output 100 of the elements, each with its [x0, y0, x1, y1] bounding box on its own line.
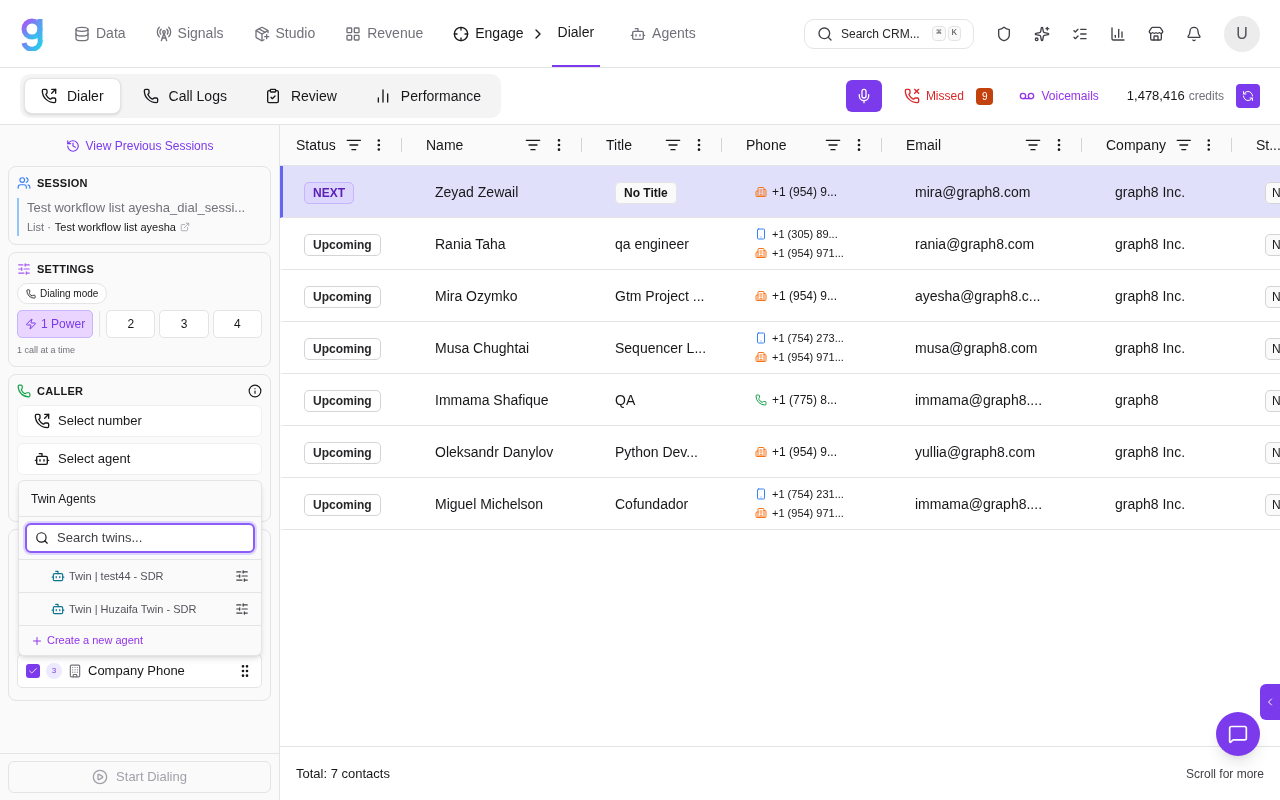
phone-icon — [17, 383, 31, 398]
collapse-panel-button[interactable] — [1260, 684, 1280, 720]
stage-badge: N — [1265, 181, 1280, 204]
store-icon[interactable] — [1148, 25, 1164, 42]
outgoing-call-icon — [34, 413, 50, 429]
filter-icon[interactable] — [345, 137, 362, 153]
settings-icon[interactable] — [235, 602, 249, 616]
building-icon — [755, 246, 767, 259]
bar-chart-icon[interactable] — [1110, 25, 1126, 42]
filter-icon[interactable] — [525, 137, 541, 153]
building-icon — [755, 289, 767, 302]
column-header[interactable]: Phone — [746, 134, 787, 156]
database-icon — [74, 25, 90, 42]
user-avatar[interactable]: U — [1224, 15, 1260, 52]
nav-item[interactable]: Revenue — [345, 23, 424, 44]
table-cell: graph8 Inc. — [1115, 287, 1186, 304]
search-icon — [35, 531, 49, 545]
dialing-mode-option[interactable]: 3 — [159, 310, 209, 338]
missed-calls-button[interactable]: Missed — [903, 87, 964, 105]
nav-item[interactable]: Engage — [453, 23, 524, 44]
dialing-mode-option[interactable]: 4 — [212, 310, 262, 338]
phone-number: +1 (305) 89... — [772, 227, 838, 242]
info-icon[interactable] — [248, 383, 262, 398]
filter-icon[interactable] — [825, 137, 841, 153]
microphone-button[interactable] — [845, 80, 882, 112]
phone-number: +1 (954) 971... — [772, 505, 844, 521]
stage-badge: N — [1265, 337, 1280, 360]
tab[interactable]: Dialer — [24, 78, 121, 114]
nav-item[interactable]: Signals — [155, 23, 224, 44]
search-field[interactable]: Search twins... — [25, 523, 255, 553]
dialing-mode-option[interactable]: 2 — [106, 310, 156, 338]
notification-icon[interactable] — [1186, 25, 1202, 42]
section-heading: SESSION — [37, 176, 88, 191]
previous-sessions-link[interactable]: View Previous Sessions — [8, 137, 271, 155]
search-placeholder: Search twins... — [57, 529, 143, 548]
robot-icon — [51, 602, 65, 616]
list-link[interactable]: Test workflow list ayesha — [54, 219, 176, 236]
voicemails-button[interactable]: Voicemails — [1019, 87, 1099, 105]
create-agent-button[interactable]: Create a new agent — [19, 626, 155, 655]
refresh-icon — [1242, 90, 1254, 102]
phone-number: +1 (954) 9... — [772, 287, 838, 305]
column-header[interactable]: Title — [606, 134, 632, 156]
select-number-button[interactable]: Select number — [17, 405, 262, 437]
crosshair-icon — [453, 25, 470, 42]
building-icon — [755, 445, 767, 458]
settings-icon[interactable] — [235, 569, 249, 583]
table-row[interactable]: NEXT Zeyad Zewail No Title +1 (954) 9... mira@graph8.com graph8 Inc. N — [280, 166, 1280, 218]
column-header[interactable]: St... — [1256, 134, 1280, 156]
missed-call-icon — [903, 88, 920, 104]
phone-number: +1 (754) 273... — [772, 331, 844, 346]
table-cell: Immama Shafique — [435, 391, 549, 408]
agent-name: Twin | test44 - SDR — [69, 568, 164, 584]
agent-menu-item[interactable]: Twin | test44 - SDR — [19, 560, 261, 593]
nav-item[interactable]: Studio — [253, 23, 316, 44]
missed-count: 9 — [975, 87, 994, 105]
tab[interactable]: Review — [248, 78, 353, 114]
nav-subitem[interactable]: Dialer — [551, 0, 601, 67]
history-icon — [65, 139, 80, 153]
checkbox[interactable] — [26, 664, 40, 678]
chat-button[interactable] — [1216, 712, 1260, 756]
grid-icon — [345, 25, 362, 42]
building-icon — [755, 506, 767, 519]
dialing-mode-option[interactable]: 1 Power — [17, 310, 94, 338]
status-badge: NEXT — [304, 181, 354, 204]
stage-badge: N — [1265, 441, 1280, 464]
table-cell: Mira Ozymko — [435, 287, 518, 304]
agent-menu-item[interactable]: Twin | Huzaifa Twin - SDR — [19, 593, 261, 626]
tab[interactable]: Call Logs — [126, 78, 243, 114]
status-badge: Upcoming — [304, 389, 381, 412]
total-contacts: Total: 7 contacts — [296, 764, 390, 783]
nav-item[interactable]: Agents — [630, 23, 696, 44]
column-header[interactable]: Email — [906, 134, 941, 156]
filter-icon[interactable] — [665, 137, 681, 153]
filter-icon[interactable] — [1175, 137, 1192, 153]
column-header[interactable]: Status — [296, 134, 336, 156]
table-cell: musa@graph8.com — [915, 339, 1038, 356]
agent-name: Twin | Huzaifa Twin - SDR — [69, 601, 197, 617]
credits-button[interactable] — [1236, 84, 1260, 108]
shield-icon[interactable] — [996, 25, 1012, 42]
robot-icon — [630, 25, 647, 42]
building-icon — [755, 185, 767, 198]
package-icon — [253, 25, 270, 42]
select-agent-button[interactable]: Select agent — [17, 443, 262, 475]
phone-number: +1 (954) 9... — [772, 443, 838, 461]
phone-type-row[interactable]: 3 Company Phone — [17, 654, 262, 688]
column-header[interactable]: Name — [426, 134, 464, 156]
search-field[interactable]: Search CRM... ⌘ K — [804, 18, 974, 49]
menu-title: Twin Agents — [31, 490, 96, 508]
chat-icon — [1228, 724, 1248, 744]
robot-icon — [34, 451, 50, 467]
sparkles-icon[interactable] — [1034, 25, 1050, 42]
status-badge: Upcoming — [304, 441, 381, 464]
tab[interactable]: Performance — [358, 78, 497, 114]
search-icon — [817, 25, 833, 42]
logo-icon[interactable] — [20, 16, 44, 51]
phone-number: +1 (754) 231... — [772, 487, 844, 502]
filter-icon[interactable] — [1025, 137, 1041, 153]
column-header[interactable]: Company — [1106, 134, 1166, 156]
credits-count: 1,478,416 — [1126, 87, 1185, 106]
nav-item[interactable]: Data — [74, 23, 126, 44]
